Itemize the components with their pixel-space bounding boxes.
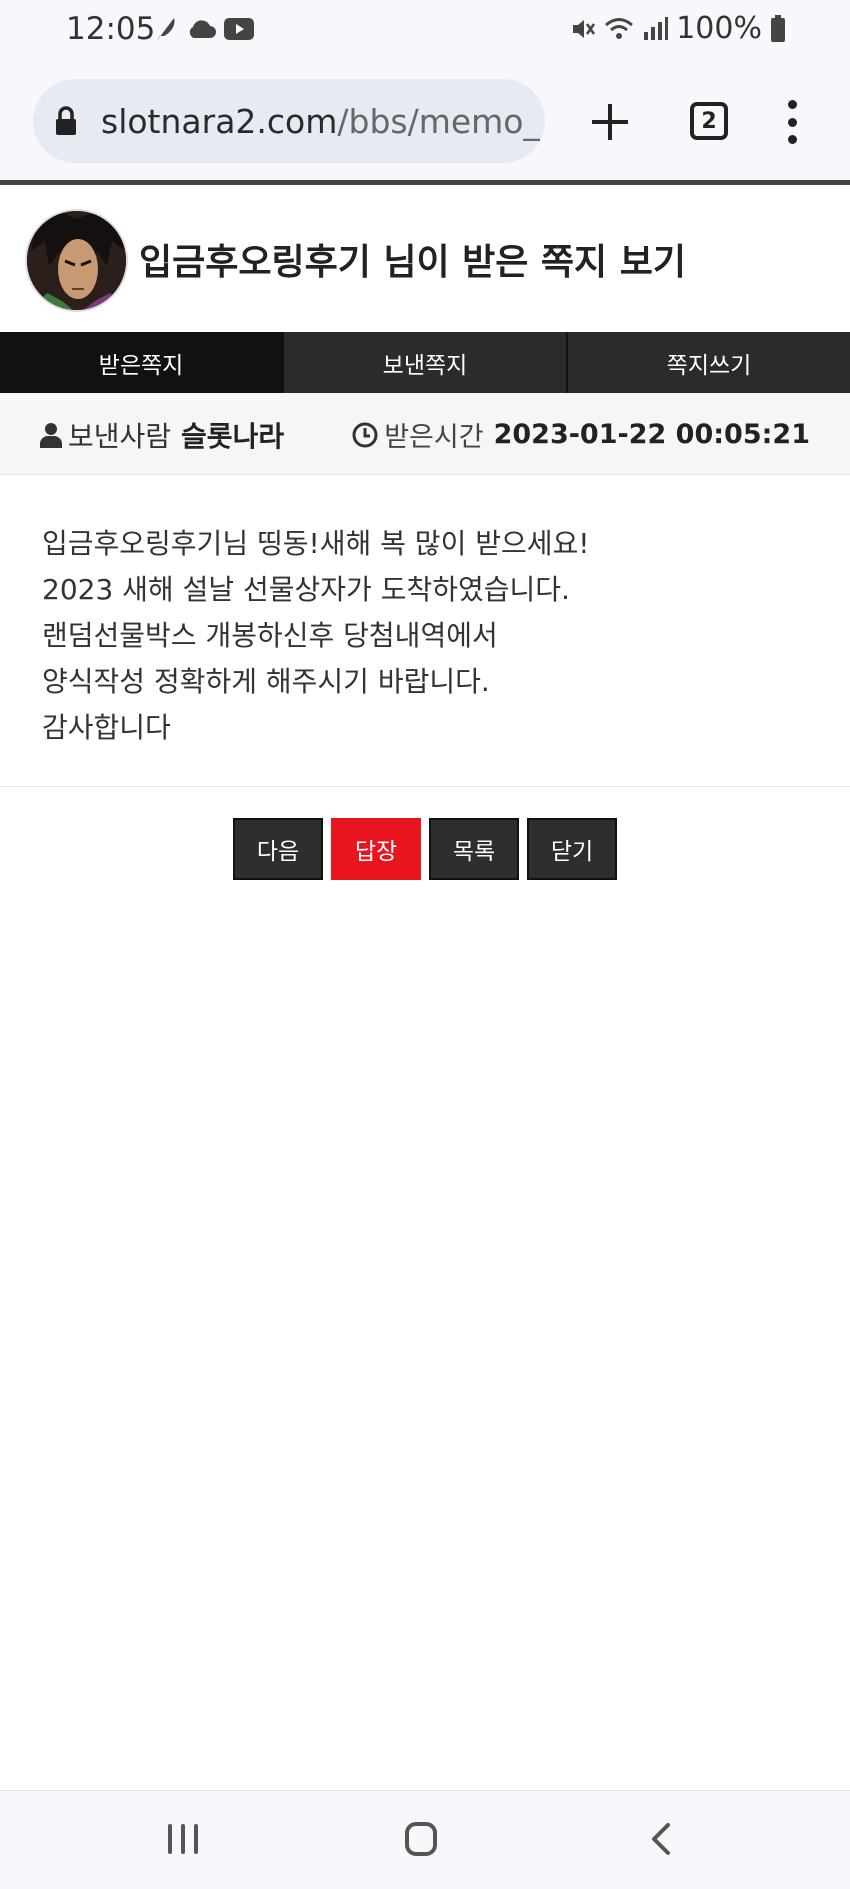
clock-icon <box>352 422 378 447</box>
system-nav-bar <box>0 1790 850 1889</box>
feather-icon <box>156 18 175 42</box>
list-button[interactable]: 목록 <box>429 818 519 880</box>
lock-icon <box>56 106 76 135</box>
avatar-illustration <box>27 211 126 310</box>
reply-button[interactable]: 답장 <box>331 818 421 880</box>
more-menu-button[interactable] <box>782 100 802 144</box>
memo-line: 감사합니다 <box>42 711 171 744</box>
user-icon <box>40 423 62 448</box>
memo-info-bar: 보낸사람 슬롯나라 받은시간 2023-01-22 00:05:21 <box>0 393 850 475</box>
address-bar[interactable]: slotnara2.com/bbs/memo_ <box>33 79 545 163</box>
battery-icon <box>771 14 785 42</box>
memo-actions: 다음 답장 목록 닫기 <box>0 818 850 880</box>
browser-toolbar: slotnara2.com/bbs/memo_ 2 <box>0 62 850 180</box>
sender-label: 보낸사람 <box>68 420 172 453</box>
status-right: 100% <box>570 11 786 46</box>
tab-received-memos[interactable]: 받은쪽지 <box>0 332 282 393</box>
url-host: slotnara2.com <box>101 101 338 141</box>
memo-line: 2023 새해 설날 선물상자가 도착하였습니다. <box>42 573 570 606</box>
back-button[interactable] <box>646 1822 676 1856</box>
memo-content: 입금후오링후기님 띵동!새해 복 많이 받으세요! 2023 새해 설날 선물상… <box>0 475 850 787</box>
tab-write-memo[interactable]: 쪽지쓰기 <box>566 332 850 393</box>
youtube-icon <box>224 18 254 40</box>
cloud-icon <box>189 20 216 38</box>
new-tab-button[interactable] <box>588 100 632 144</box>
signal-icon <box>644 16 669 40</box>
wifi-icon <box>605 17 634 39</box>
home-button[interactable] <box>405 1822 437 1856</box>
memo-line: 양식작성 정확하게 해주시기 바랍니다. <box>42 665 490 698</box>
tab-sent-memos[interactable]: 보낸쪽지 <box>282 332 566 393</box>
memo-line: 랜덤선물박스 개봉하신후 당첨내역에서 <box>42 619 498 652</box>
received-label: 받은시간 <box>384 422 484 453</box>
mute-icon <box>573 19 596 38</box>
status-time: 12:05 <box>66 11 156 47</box>
tab-switcher-button[interactable]: 2 <box>690 102 728 140</box>
url-text: slotnara2.com/bbs/memo_ <box>101 102 540 141</box>
received-time-info: 받은시간 2023-01-22 00:05:21 <box>352 415 810 454</box>
recents-button[interactable] <box>168 1824 198 1854</box>
avatar <box>25 209 128 312</box>
url-path: /bbs/memo_ <box>337 101 540 141</box>
page-title: 입금후오링후기 님이 받은 쪽지 보기 <box>139 242 686 283</box>
memo-line: 입금후오링후기님 띵동!새해 복 많이 받으세요! <box>42 527 590 560</box>
page-header: 입금후오링후기 님이 받은 쪽지 보기 <box>0 185 850 332</box>
sender-info: 보낸사람 슬롯나라 <box>40 415 284 455</box>
sender-name: 슬롯나라 <box>181 420 285 453</box>
status-bar: 12:05 100% <box>0 0 850 62</box>
next-button[interactable]: 다음 <box>233 818 323 880</box>
memo-tab-bar: 받은쪽지 보낸쪽지 쪽지쓰기 <box>0 332 850 393</box>
status-left-icons <box>152 14 254 44</box>
battery-percent: 100% <box>676 11 762 46</box>
close-button[interactable]: 닫기 <box>527 818 617 880</box>
received-time: 2023-01-22 00:05:21 <box>493 419 810 450</box>
